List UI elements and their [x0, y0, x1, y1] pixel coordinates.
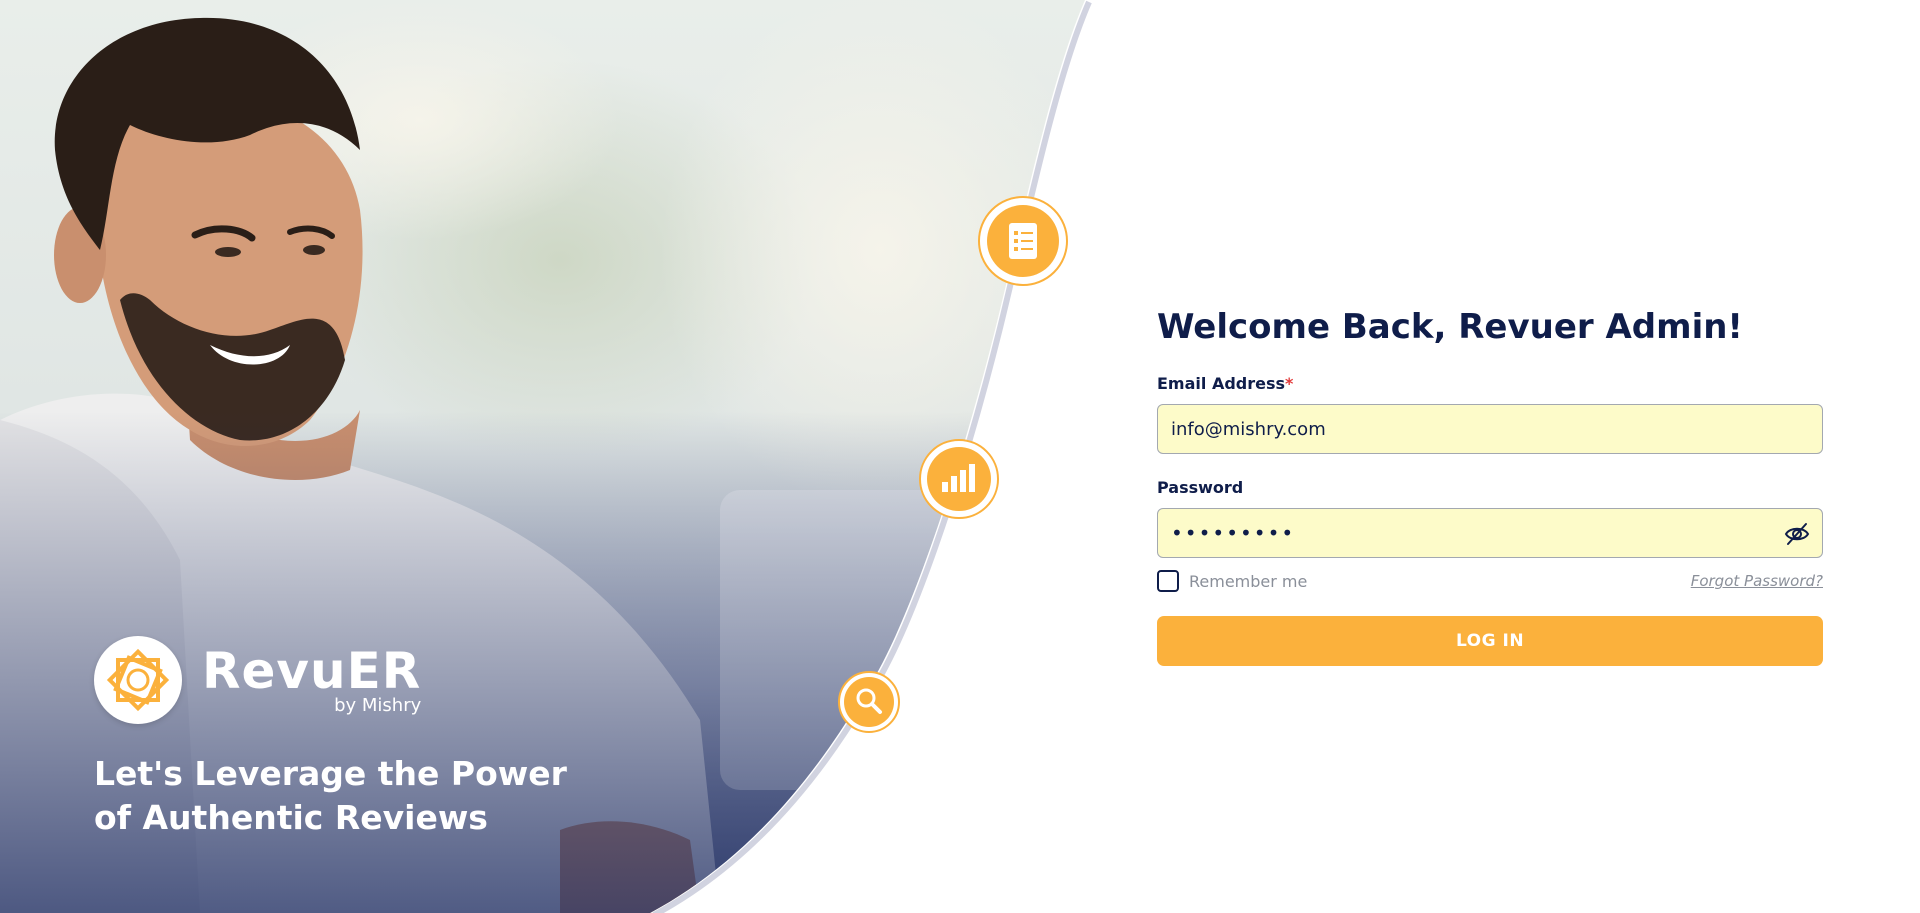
welcome-heading: Welcome Back, Revuer Admin! [1157, 300, 1823, 354]
remember-me-checkbox[interactable] [1157, 570, 1179, 592]
hero-tagline: Let's Leverage the Power of Authentic Re… [94, 754, 567, 837]
email-field[interactable] [1158, 405, 1822, 453]
remember-me-label: Remember me [1189, 571, 1308, 591]
revuer-logo-icon [94, 636, 182, 724]
login-button[interactable]: LOG IN [1157, 616, 1823, 666]
magnifier-icon [837, 670, 901, 738]
bar-chart-icon [918, 438, 1000, 524]
password-field[interactable] [1158, 509, 1822, 557]
brand-lockup: RevuER by Mishry [94, 636, 421, 724]
password-label: Password [1157, 478, 1244, 497]
required-marker: * [1285, 374, 1294, 393]
welcome-user-name: Revuer Admin! [1458, 307, 1743, 347]
email-field-wrapper [1157, 404, 1823, 454]
welcome-prefix: Welcome Back, [1157, 307, 1459, 347]
email-label: Email Address* [1157, 374, 1823, 393]
brand-subtitle: by Mishry [334, 695, 422, 716]
remember-me-option[interactable]: Remember me [1157, 570, 1307, 592]
login-form: Welcome Back, Revuer Admin! Email Addres… [1157, 300, 1823, 666]
eye-slash-icon[interactable] [1784, 522, 1810, 546]
password-field-wrapper [1157, 508, 1823, 558]
email-label-text: Email Address [1157, 374, 1286, 393]
form-options-row: Remember me Forgot Password? [1157, 570, 1823, 592]
forgot-password-link[interactable]: Forgot Password? [1691, 572, 1823, 590]
brand-name: RevuER [202, 642, 422, 700]
document-list-icon [977, 195, 1069, 291]
